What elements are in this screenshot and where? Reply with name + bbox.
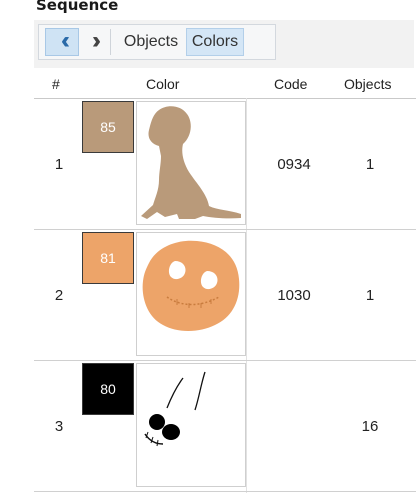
design-thumbnail	[136, 101, 246, 225]
color-swatch[interactable]: 80	[82, 363, 134, 415]
row-number: 1	[54, 156, 64, 173]
object-count: 16	[361, 418, 379, 435]
pumpkin-face-icon	[142, 240, 240, 331]
double-chevron-right-icon: ››	[92, 27, 101, 54]
swatch-label: 81	[100, 250, 116, 266]
panel-title: Sequence	[36, 0, 119, 14]
color-sequence-table: # Color Code Objects 1 85 0934 1 2 81 10…	[34, 68, 416, 493]
table-row[interactable]: 3 80 16	[34, 361, 416, 492]
object-count: 1	[365, 287, 375, 304]
table-row[interactable]: 1 85 0934 1	[34, 99, 416, 230]
tab-objects[interactable]: Objects	[117, 28, 185, 56]
previous-button[interactable]: ‹‹	[45, 28, 79, 56]
black-face-details-icon	[144, 371, 206, 447]
design-thumbnail	[136, 232, 246, 356]
sequence-panel: Sequence ‹‹ ›› Objects Colors # Color Co…	[0, 0, 416, 493]
double-chevron-left-icon: ‹‹	[61, 27, 70, 54]
table-header: # Color Code Objects	[34, 68, 416, 99]
dog-silhouette-icon	[141, 106, 241, 219]
table-row[interactable]: 2 81 1030 1	[34, 230, 416, 361]
color-swatch[interactable]: 81	[82, 232, 134, 284]
color-code: 0934	[277, 156, 311, 173]
swatch-label: 80	[100, 381, 116, 397]
column-header-code[interactable]: Code	[274, 76, 307, 92]
sequence-toolbar: ‹‹ ›› Objects Colors	[34, 20, 414, 68]
column-header-color[interactable]: Color	[146, 76, 179, 92]
toolbar-divider	[110, 29, 111, 55]
color-swatch[interactable]: 85	[82, 101, 134, 153]
row-number: 2	[54, 287, 64, 304]
row-number: 3	[54, 418, 64, 435]
column-header-number[interactable]: #	[52, 76, 60, 92]
column-header-objects[interactable]: Objects	[344, 76, 391, 92]
toolbar-group: ‹‹ ›› Objects Colors	[38, 24, 276, 60]
tab-colors[interactable]: Colors	[186, 28, 244, 56]
color-code: 1030	[277, 287, 311, 304]
object-count: 1	[365, 156, 375, 173]
swatch-label: 85	[100, 119, 116, 135]
design-thumbnail	[136, 363, 246, 487]
next-button[interactable]: ››	[80, 28, 106, 56]
